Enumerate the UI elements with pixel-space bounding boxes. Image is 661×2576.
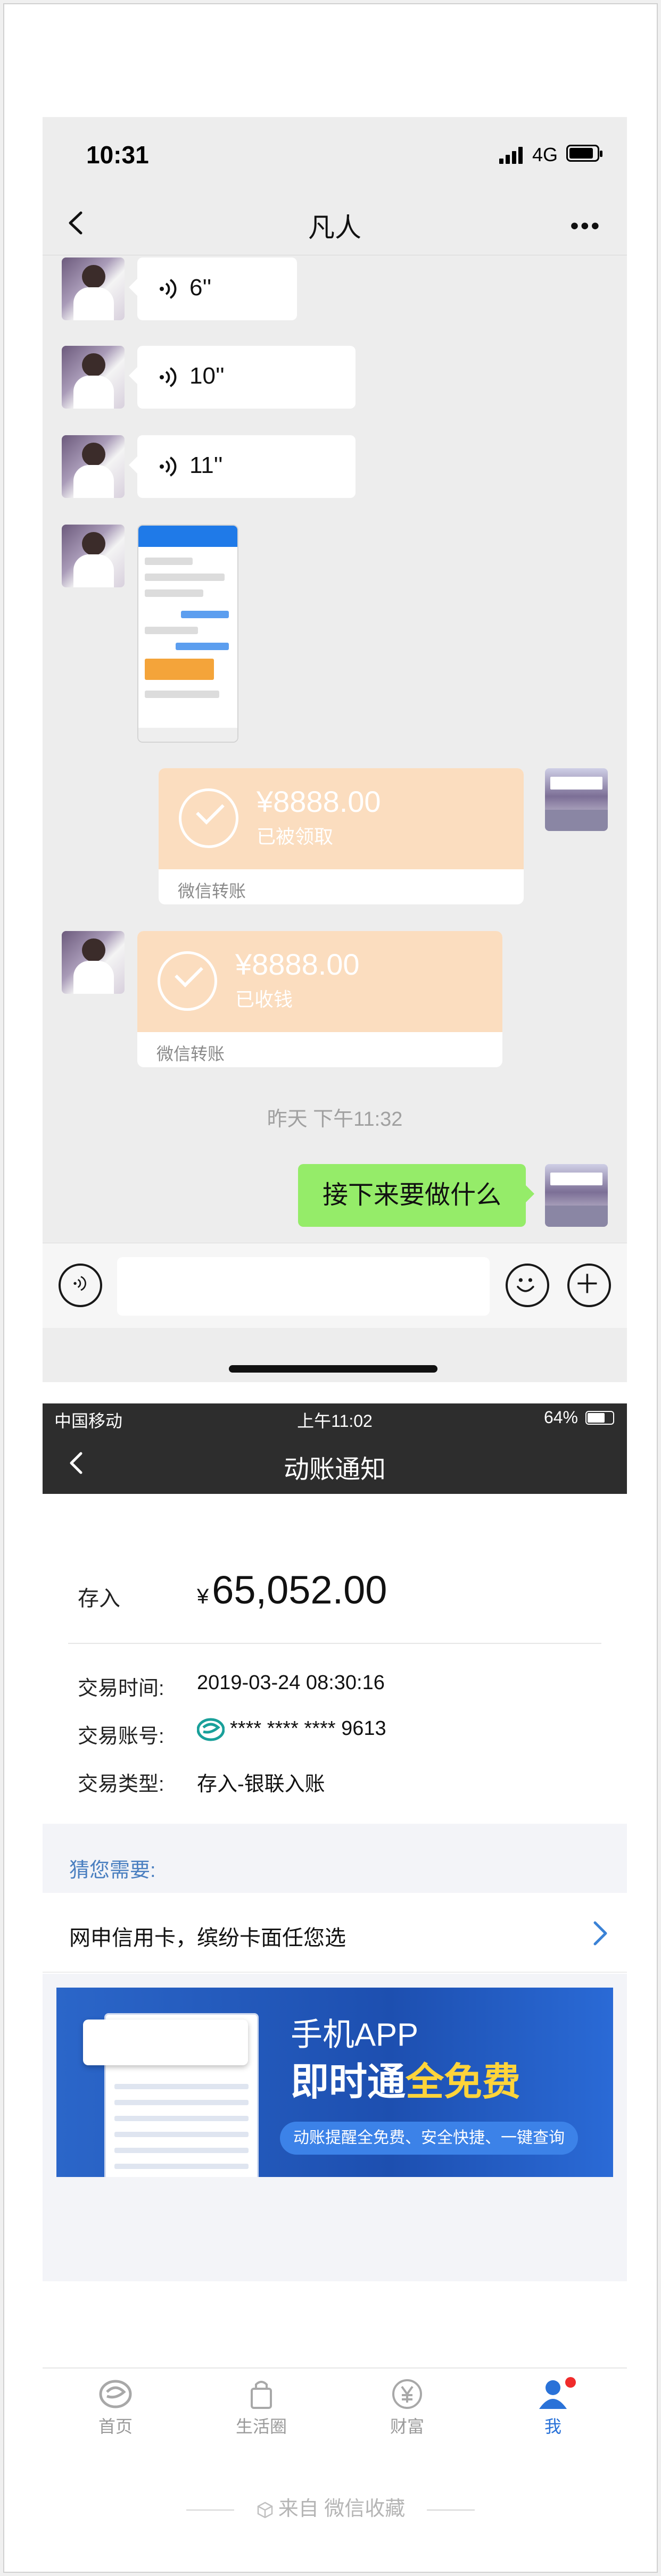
transfer-state: 已收钱 — [235, 988, 293, 1010]
account-number: **** **** **** 9613 — [230, 1717, 386, 1740]
signal-icon — [499, 147, 524, 164]
tab-home[interactable]: 首页 — [43, 2369, 188, 2441]
message-input[interactable] — [117, 1257, 490, 1316]
ad-area: 手机APP 即时通全免费 动账提醒全免费、安全快捷、一键查询 — [43, 1974, 627, 2281]
favorites-cube-icon — [257, 2502, 272, 2519]
tab-label: 首页 — [98, 2417, 133, 2436]
banner-line2-b: 全免费 — [406, 2061, 521, 2104]
home-indicator — [229, 1365, 437, 1373]
my-avatar[interactable] — [545, 768, 608, 831]
detail-value: 2019-03-24 08:30:16 — [197, 1672, 385, 1694]
emoji-icon[interactable] — [506, 1264, 549, 1307]
battery-icon — [566, 145, 602, 162]
detail-key: 交易账号: — [78, 1725, 164, 1748]
footer-text: 来自 微信收藏 — [278, 2498, 406, 2520]
transfer-label: 微信转账 — [156, 1044, 225, 1063]
voice-duration: 10'' — [189, 363, 225, 389]
bank-header: 动账通知 — [43, 1432, 627, 1494]
amount-label: 存入 — [78, 1587, 120, 1610]
amount-number: 65,052.00 — [212, 1568, 387, 1612]
avatar[interactable] — [62, 931, 125, 994]
transfer-card-sent[interactable]: ¥8888.00 已被领取 微信转账 — [159, 768, 524, 904]
chat-input-bar — [43, 1243, 627, 1328]
status-bar: 中国移动 上午11:02 64% — [43, 1403, 627, 1432]
voice-wave-icon — [160, 279, 177, 299]
tab-label: 财富 — [390, 2417, 424, 2436]
battery-icon — [585, 1411, 614, 1425]
banner-line2: 即时通全免费 — [291, 2050, 520, 2106]
promo-text: 网申信用卡，缤纷卡面任您选 — [69, 1926, 346, 1950]
avatar[interactable] — [62, 346, 125, 409]
check-icon — [179, 788, 238, 848]
detail-key: 交易类型: — [78, 1773, 164, 1796]
notification-illustration — [83, 2020, 248, 2065]
status-time: 10:31 — [86, 141, 149, 169]
image-message[interactable] — [137, 525, 238, 743]
transfer-amount: ¥8888.00 — [257, 785, 381, 818]
notification-dot — [565, 2377, 576, 2388]
voice-duration: 11'' — [189, 452, 223, 478]
voice-message[interactable]: 10'' — [129, 346, 356, 409]
page-title: 动账通知 — [283, 1456, 386, 1484]
wechat-chat-screen: 10:31 4G 凡人 ••• 6'' 10'' 11'' ¥8888.00 已… — [43, 117, 627, 1382]
detail-value-account: **** **** **** 9613 — [197, 1717, 386, 1741]
detail-value: 存入-银联入账 — [197, 1773, 325, 1796]
status-bar: 10:31 4G — [43, 117, 627, 192]
voice-wave-icon — [160, 456, 177, 477]
recommend-title: 猜您需要: — [69, 1859, 156, 1882]
divider — [68, 1643, 601, 1644]
network-label: 4G — [532, 144, 558, 165]
voice-message[interactable]: 11'' — [129, 435, 356, 498]
credit-card-promo-row[interactable]: 网申信用卡，缤纷卡面任您选 — [43, 1893, 627, 1973]
status-time: 上午11:02 — [297, 1411, 373, 1431]
shopping-bag-icon — [251, 2381, 272, 2409]
bank-notification-screen: 中国移动 上午11:02 64% 动账通知 存入 ¥65,052.00 交易时间… — [43, 1403, 627, 2441]
amount-value: ¥65,052.00 — [197, 1567, 387, 1613]
chat-title: 凡人 — [308, 213, 361, 243]
tab-label: 我 — [544, 2417, 561, 2436]
banner-line1: 手机APP — [291, 2017, 419, 2053]
avatar[interactable] — [62, 435, 125, 498]
check-icon — [158, 951, 217, 1011]
voice-wave-icon — [160, 367, 177, 387]
my-avatar[interactable] — [545, 1164, 608, 1227]
source-footer: 来自 微信收藏 — [4, 2492, 657, 2524]
transfer-state: 已被领取 — [257, 826, 334, 847]
avatar[interactable] — [62, 525, 125, 587]
transfer-label: 微信转账 — [178, 882, 246, 901]
battery-percent: 64% — [543, 1408, 578, 1427]
tab-wealth[interactable]: 财富 — [334, 2369, 480, 2441]
screenshot-frame: 10:31 4G 凡人 ••• 6'' 10'' 11'' ¥8888.00 已… — [3, 3, 658, 2573]
currency-symbol: ¥ — [197, 1585, 209, 1608]
banner-slogan: 动账提醒全免费、安全快捷、一键查询 — [280, 2122, 578, 2155]
avatar[interactable] — [62, 257, 125, 320]
chevron-right-icon — [593, 1921, 607, 1946]
sent-text-message[interactable]: 接下来要做什么 — [298, 1164, 535, 1227]
bank-logo-icon — [99, 2380, 132, 2408]
yen-coin-icon — [392, 2379, 422, 2409]
voice-input-icon[interactable] — [59, 1264, 102, 1307]
voice-duration: 6'' — [189, 275, 212, 301]
chat-header: 凡人 ••• — [43, 192, 627, 255]
banner-line2-a: 即时通 — [291, 2061, 406, 2104]
transfer-amount: ¥8888.00 — [235, 948, 360, 981]
recommend-section: 猜您需要: — [43, 1824, 627, 1893]
tab-me[interactable]: 我 — [480, 2369, 626, 2441]
transfer-card-received[interactable]: ¥8888.00 已收钱 微信转账 — [137, 931, 502, 1067]
plus-icon[interactable] — [567, 1264, 611, 1307]
bottom-tab-bar: 首页 生活圈 财富 我 — [43, 2367, 627, 2441]
tab-life[interactable]: 生活圈 — [188, 2369, 334, 2441]
tab-label: 生活圈 — [235, 2417, 287, 2436]
voice-message[interactable]: 6'' — [129, 257, 297, 320]
app-promo-banner[interactable]: 手机APP 即时通全免费 动账提醒全免费、安全快捷、一键查询 — [56, 1988, 613, 2177]
detail-key: 交易时间: — [78, 1677, 164, 1700]
more-icon[interactable]: ••• — [571, 213, 601, 239]
message-timestamp: 昨天 下午11:32 — [267, 1108, 403, 1131]
bank-logo-icon — [197, 1718, 225, 1741]
